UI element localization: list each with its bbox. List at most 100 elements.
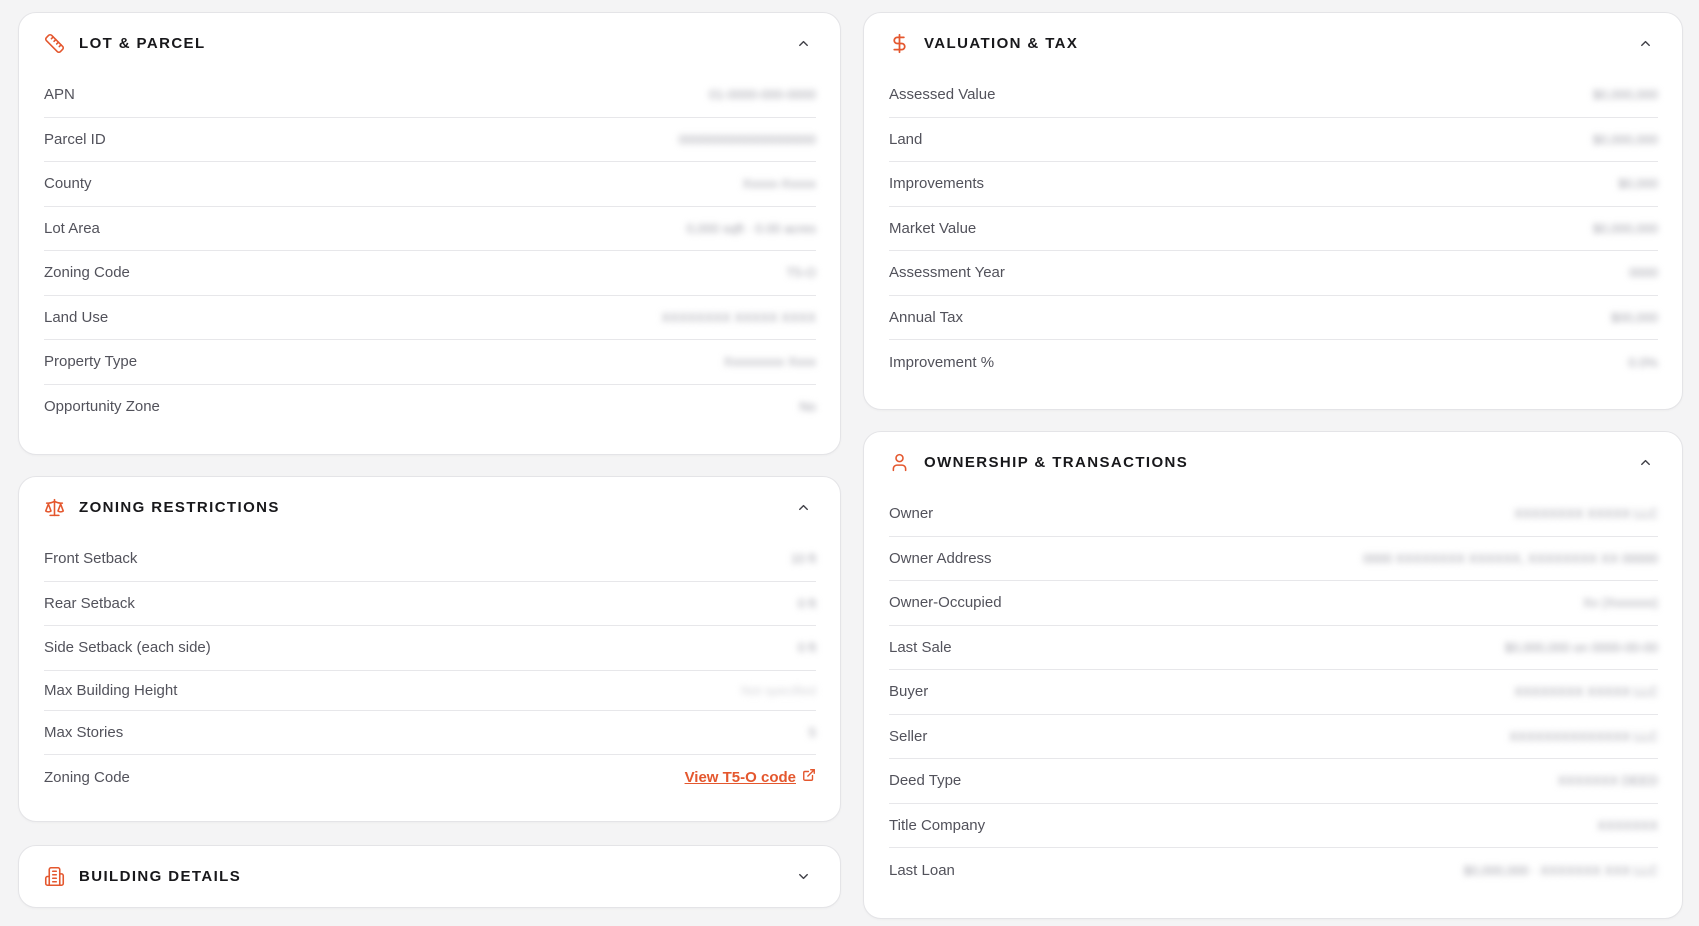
field-value: 01-0000-000-0000	[709, 87, 816, 103]
field-label: County	[44, 175, 92, 193]
card-title: BUILDING DETAILS	[79, 868, 242, 885]
external-link-icon	[802, 768, 816, 786]
field-label: Market Value	[889, 219, 977, 237]
field-value: 0000 XXXXXXXX XXXXXX, XXXXXXXX XX 00000	[1363, 550, 1658, 566]
user-icon	[888, 451, 910, 473]
field-label: Owner Address	[889, 549, 992, 567]
valuation-rows: Assessed Value $0,000,000 Land $0,000,000 …	[864, 73, 1682, 385]
valuation-header[interactable]: VALUATION & TAX	[864, 13, 1682, 73]
ownership-header[interactable]: OWNERSHIP & TRANSACTIONS	[864, 432, 1682, 492]
field-label: Annual Tax	[889, 308, 963, 326]
field-value: XXXXXXXXXXXXXX LLC	[1509, 728, 1658, 744]
field-row: APN 01-0000-000-0000	[44, 73, 816, 118]
field-row: County Xxxxx-Xxxxx	[44, 162, 816, 207]
field-value: $00,000	[1611, 309, 1658, 325]
chevron-up-icon[interactable]	[1636, 453, 1654, 471]
field-row: Annual Tax $00,000	[889, 296, 1658, 340]
field-label: Buyer	[889, 683, 929, 701]
dollar-icon	[888, 32, 910, 54]
zoning-header[interactable]: ZONING RESTRICTIONS	[19, 477, 840, 537]
field-row: Side Setback (each side) 0 ft	[44, 626, 816, 671]
field-row: Zoning Code View T5-O code	[44, 755, 816, 800]
field-label: Deed Type	[889, 772, 962, 790]
field-row: Max Stories 5	[44, 711, 816, 755]
building-icon	[43, 866, 65, 888]
building-header[interactable]: BUILDING DETAILS	[19, 846, 840, 907]
field-row: Owner Address 0000 XXXXXXXX XXXXXX, XXXXX…	[889, 537, 1658, 581]
field-value: 0.0%	[1628, 354, 1658, 370]
field-row: Front Setback 10 ft	[44, 537, 816, 582]
field-row: Lot Area 0,000 sqft · 0.00 acres	[44, 207, 816, 251]
field-row: Zoning Code T5-O	[44, 251, 816, 296]
field-value: 0000000000000000000	[678, 131, 816, 147]
field-value: 10 ft	[790, 551, 816, 567]
lot-parcel-rows: APN 01-0000-000-0000 Parcel ID 00000000000…	[19, 73, 840, 429]
field-label: Title Company	[889, 816, 986, 834]
field-label: Max Stories	[44, 723, 124, 741]
field-row: Max Building Height Not specified	[44, 671, 816, 711]
field-label: Zoning Code	[44, 264, 130, 282]
field-value: 0 ft	[797, 595, 816, 611]
field-value: $0,000	[1618, 176, 1658, 192]
field-row: Improvements $0,000	[889, 162, 1658, 207]
field-value: Not specified	[740, 682, 816, 698]
field-row: Last Loan $0,000,000 · XXXXXXX XXX LLC	[889, 848, 1658, 893]
zoning-rows: Front Setback 10 ft Rear Setback 0 ft Side…	[19, 537, 840, 800]
field-label: Max Building Height	[44, 681, 178, 699]
chevron-up-icon[interactable]	[794, 34, 812, 52]
field-label: Opportunity Zone	[44, 398, 160, 416]
field-row: Deed Type XXXXXXX DEED	[889, 759, 1658, 804]
field-row: Market Value $0,000,000	[889, 207, 1658, 251]
field-row: Land Use XXXXXXXX XXXXX XXXX	[44, 296, 816, 340]
field-row: Owner-Occupied Xx (Xxxxxxx)	[889, 581, 1658, 626]
lot-parcel-card: LOT & PARCEL APN 01-0000-000-0000 Parcel …	[18, 12, 841, 455]
valuation-tax-card: VALUATION & TAX Assessed Value $0,000,000…	[863, 12, 1683, 410]
field-value: Xxxxxxxxx Xxxx	[723, 354, 816, 370]
field-label: Improvement %	[889, 353, 995, 371]
zoning-restrictions-card: ZONING RESTRICTIONS Front Setback 10 ft R…	[18, 476, 841, 822]
field-label: Zoning Code	[44, 768, 130, 786]
field-value: XXXXXXX DEED	[1557, 773, 1658, 789]
field-label: Assessment Year	[889, 264, 1005, 282]
field-label: Last Sale	[889, 638, 952, 656]
field-label: Lot Area	[44, 219, 100, 237]
field-label: Property Type	[44, 353, 138, 371]
field-label: Rear Setback	[44, 594, 135, 612]
field-row: Improvement % 0.0%	[889, 340, 1658, 385]
card-title: OWNERSHIP & TRANSACTIONS	[924, 453, 1189, 471]
field-value: $0,000,000	[1592, 220, 1658, 236]
field-value: 0,000 sqft · 0.00 acres	[686, 220, 816, 236]
field-row: Assessment Year 0000	[889, 251, 1658, 296]
field-value: Xxxxx-Xxxxx	[742, 176, 816, 192]
field-value: No	[799, 399, 816, 415]
chevron-up-icon[interactable]	[1636, 34, 1654, 52]
building-details-card[interactable]: BUILDING DETAILS	[18, 845, 841, 908]
field-label: Owner	[889, 505, 934, 523]
field-row: Seller XXXXXXXXXXXXXX LLC	[889, 715, 1658, 759]
card-title: ZONING RESTRICTIONS	[79, 498, 280, 516]
chevron-up-icon[interactable]	[794, 498, 812, 516]
field-value: 0 ft	[797, 640, 816, 656]
card-title: LOT & PARCEL	[79, 34, 206, 52]
field-row: Owner XXXXXXXX XXXXX LLC	[889, 492, 1658, 537]
ownership-rows: Owner XXXXXXXX XXXXX LLC Owner Address 000…	[864, 492, 1682, 893]
field-label: Owner-Occupied	[889, 594, 1002, 612]
field-row: Title Company XXXXXXX	[889, 804, 1658, 848]
ruler-icon	[43, 32, 65, 54]
field-value: $0,000,000	[1592, 87, 1658, 103]
field-value: 5	[808, 724, 816, 740]
field-value: XXXXXXX	[1597, 817, 1658, 833]
field-label: Assessed Value	[889, 86, 996, 104]
field-row: Land $0,000,000	[889, 118, 1658, 162]
field-value: $0,000,000 on 0000-00-00	[1504, 639, 1658, 655]
scale-icon	[43, 496, 65, 518]
field-label: Side Setback (each side)	[44, 639, 211, 657]
chevron-down-icon[interactable]	[794, 868, 812, 886]
field-value: 0000	[1629, 265, 1658, 281]
field-row: Property Type Xxxxxxxxx Xxxx	[44, 340, 816, 385]
field-value: T5-O	[786, 265, 816, 281]
view-zoning-code-link[interactable]: View T5-O code	[685, 768, 816, 786]
field-row: Rear Setback 0 ft	[44, 582, 816, 626]
lot-parcel-header[interactable]: LOT & PARCEL	[19, 13, 840, 73]
field-value: XXXXXXXX XXXXX LLC	[1514, 684, 1658, 700]
